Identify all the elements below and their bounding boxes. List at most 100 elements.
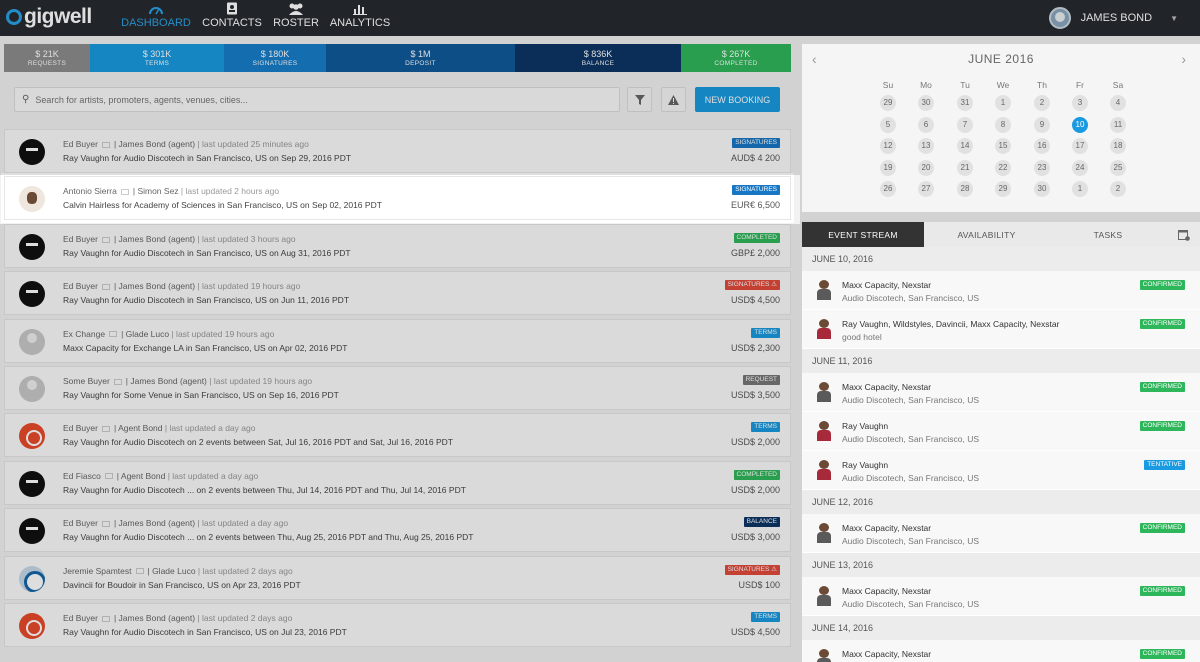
tab-tasks[interactable]: TASKS — [1049, 222, 1167, 247]
calendar-day[interactable]: 24 — [1072, 159, 1088, 176]
new-booking-button[interactable]: NEW BOOKING — [695, 87, 780, 112]
agent-name[interactable]: | James Bond (agent) — [126, 376, 207, 386]
agent-name[interactable]: | Simon Sez — [133, 186, 179, 196]
calendar-day[interactable]: 26 — [880, 181, 896, 197]
booking-row[interactable]: Ed Buyer | James Bond (agent) | last upda… — [4, 508, 791, 553]
booking-row[interactable]: Ed Buyer | Agent Bond | last updated a da… — [4, 413, 791, 458]
calendar-day[interactable]: 13 — [918, 138, 934, 154]
stream-event-item[interactable]: Maxx Capacity, Nexstar Audio Discotech, S… — [802, 271, 1200, 310]
agent-name[interactable]: | James Bond (agent) — [114, 234, 195, 244]
stream-event-item[interactable]: Maxx Capacity, Nexstar CONFIRMED — [802, 640, 1200, 662]
buyer-name[interactable]: Jeremie Spamtest — [63, 566, 132, 576]
agent-name[interactable]: | James Bond (agent) — [114, 613, 195, 623]
stream-event-item[interactable]: Ray Vaughn, Wildstyles, Davincii, Maxx C… — [802, 310, 1200, 349]
buyer-name[interactable]: Ed Buyer — [63, 139, 98, 149]
calendar-day[interactable]: 5 — [880, 116, 896, 133]
calendar-day[interactable]: 10 — [1072, 116, 1088, 133]
agent-name[interactable]: | James Bond (agent) — [114, 518, 195, 528]
booking-row[interactable]: Some Buyer | James Bond (agent) | last up… — [4, 365, 791, 410]
calendar-day[interactable]: 20 — [918, 159, 934, 176]
calendar-day[interactable]: 29 — [880, 95, 896, 111]
calendar-day[interactable]: 28 — [957, 181, 973, 197]
stream-event-item[interactable]: Maxx Capacity, Nexstar Audio Discotech, S… — [802, 577, 1200, 616]
search-input[interactable] — [35, 94, 596, 105]
nav-contacts[interactable]: CONTACTS — [202, 0, 262, 36]
filter-button[interactable] — [627, 87, 652, 112]
buyer-name[interactable]: Ed Buyer — [63, 518, 98, 528]
agent-name[interactable]: | Agent Bond — [114, 423, 163, 433]
nav-analytics[interactable]: ANALYTICS — [330, 0, 390, 36]
buyer-name[interactable]: Antonio Sierra — [63, 186, 117, 196]
calendar-day[interactable]: 23 — [1034, 159, 1050, 176]
agent-name[interactable]: | James Bond (agent) — [114, 281, 195, 291]
search-box: ⚲ — [14, 87, 620, 112]
calendar-day[interactable]: 17 — [1072, 138, 1088, 154]
calendar-day[interactable]: 21 — [957, 159, 973, 176]
stream-event-item[interactable]: Ray Vaughn Audio Discotech, San Francisco… — [802, 451, 1200, 490]
booking-row[interactable]: Ex Change | Glade Luco | last updated 19 … — [4, 318, 791, 363]
stat-balance[interactable]: $ 836K BALANCE — [515, 44, 681, 72]
calendar-settings-button[interactable] — [1167, 222, 1200, 247]
calendar-day[interactable]: 15 — [995, 138, 1011, 154]
calendar-day[interactable]: 2 — [1110, 181, 1126, 197]
calendar-day[interactable]: 30 — [1034, 181, 1050, 197]
stat-signatures[interactable]: $ 180K SIGNATURES — [224, 44, 326, 72]
tab-availability[interactable]: AVAILABILITY — [924, 222, 1049, 247]
gigwell-logo[interactable]: gigwell — [6, 5, 92, 29]
calendar-day[interactable]: 19 — [880, 159, 896, 176]
stat-terms[interactable]: $ 301K TERMS — [90, 44, 224, 72]
calendar-day[interactable]: 8 — [995, 116, 1011, 133]
agent-name[interactable]: | Glade Luco — [148, 566, 196, 576]
nav-dashboard[interactable]: DASHBOARD — [121, 0, 191, 36]
stat-completed[interactable]: $ 267K COMPLETED — [681, 44, 791, 72]
chevron-right-icon[interactable]: › — [1181, 51, 1186, 67]
buyer-name[interactable]: Ed Buyer — [63, 281, 98, 291]
booking-row[interactable]: Ed Buyer | James Bond (agent) | last upda… — [4, 271, 791, 316]
user-menu[interactable]: JAMES BOND ▼ — [1048, 4, 1178, 32]
buyer-name[interactable]: Some Buyer — [63, 376, 110, 386]
calendar-day[interactable]: 29 — [995, 181, 1011, 197]
agent-name[interactable]: | James Bond (agent) — [114, 139, 195, 149]
booking-row[interactable]: Ed Buyer | James Bond (agent) | last upda… — [4, 602, 791, 647]
stat-deposit[interactable]: $ 1M DEPOSIT — [326, 44, 515, 72]
buyer-name[interactable]: Ed Buyer — [63, 613, 98, 623]
booking-amount: USD$ 2,300 — [730, 342, 780, 353]
calendar-day[interactable]: 31 — [957, 95, 973, 111]
calendar-day[interactable]: 16 — [1034, 138, 1050, 154]
calendar-day[interactable]: 27 — [918, 181, 934, 197]
calendar-day[interactable]: 18 — [1110, 138, 1126, 154]
stream-event-item[interactable]: Maxx Capacity, Nexstar Audio Discotech, S… — [802, 373, 1200, 412]
calendar-day[interactable]: 14 — [957, 138, 973, 154]
buyer-name[interactable]: Ex Change — [63, 329, 105, 339]
agent-name[interactable]: | Agent Bond — [117, 471, 166, 481]
calendar-day[interactable]: 25 — [1110, 159, 1126, 176]
buyer-name[interactable]: Ed Buyer — [63, 423, 98, 433]
calendar-day[interactable]: 12 — [880, 138, 896, 154]
buyer-name[interactable]: Ed Buyer — [63, 234, 98, 244]
booking-row[interactable]: Antonio Sierra | Simon Sez | last updated… — [4, 176, 791, 221]
agent-name[interactable]: | Glade Luco — [121, 329, 169, 339]
nav-roster[interactable]: ROSTER — [273, 0, 319, 36]
booking-row[interactable]: Ed Buyer | James Bond (agent) | last upda… — [4, 129, 791, 173]
calendar-day[interactable]: 4 — [1110, 95, 1126, 111]
calendar-day[interactable]: 7 — [957, 116, 973, 133]
calendar-day[interactable]: 1 — [995, 95, 1011, 111]
calendar-day[interactable]: 22 — [995, 159, 1011, 176]
booking-row[interactable]: Ed Buyer | James Bond (agent) | last upda… — [4, 223, 791, 268]
calendar-day[interactable]: 9 — [1034, 116, 1050, 133]
stream-event-item[interactable]: Ray Vaughn Audio Discotech, San Francisco… — [802, 412, 1200, 451]
stat-requests[interactable]: $ 21K REQUESTS — [4, 44, 90, 72]
buyer-name[interactable]: Ed Fiasco — [63, 471, 101, 481]
calendar-day[interactable]: 3 — [1072, 95, 1088, 111]
tab-event-stream[interactable]: EVENT STREAM — [802, 222, 924, 247]
calendar-day[interactable]: 11 — [1110, 116, 1126, 133]
alerts-button[interactable] — [661, 87, 686, 112]
calendar-day[interactable]: 2 — [1034, 95, 1050, 111]
stream-event-item[interactable]: Maxx Capacity, Nexstar Audio Discotech, S… — [802, 514, 1200, 553]
calendar-day[interactable]: 30 — [918, 95, 934, 111]
calendar-day[interactable]: 1 — [1072, 181, 1088, 197]
calendar-day[interactable]: 6 — [918, 116, 934, 133]
booking-row[interactable]: Ed Fiasco | Agent Bond | last updated a d… — [4, 460, 791, 505]
booking-row[interactable]: Jeremie Spamtest | Glade Luco | last upda… — [4, 555, 791, 600]
contact-card-icon — [109, 331, 118, 338]
